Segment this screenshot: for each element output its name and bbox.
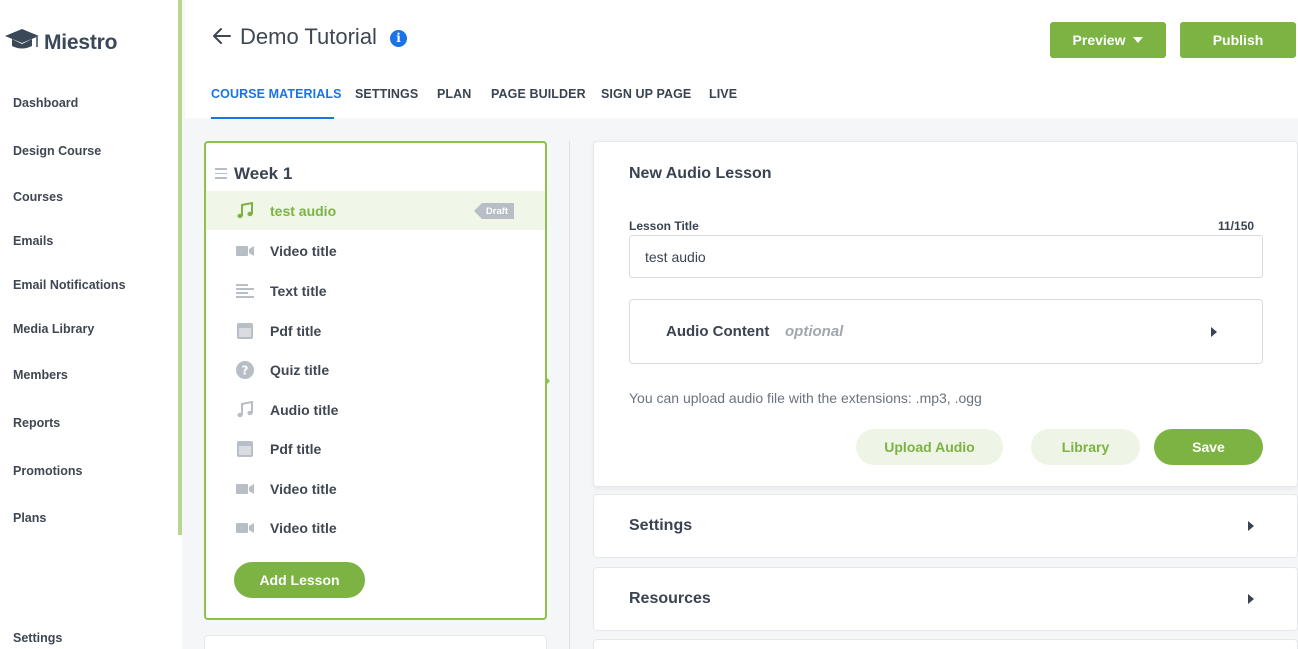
- optional-label: optional: [785, 323, 844, 340]
- drag-handle-icon[interactable]: [215, 168, 227, 182]
- audio-content-label: Audio Content: [666, 323, 770, 340]
- draft-badge: Draft: [474, 203, 514, 219]
- chevron-down-icon: [1133, 37, 1144, 43]
- lesson-item-video[interactable]: Video title: [206, 231, 545, 270]
- save-button[interactable]: Save: [1154, 429, 1263, 465]
- sidebar-item-emails[interactable]: Emails: [13, 234, 53, 248]
- library-button[interactable]: Library: [1031, 429, 1140, 465]
- lesson-item-video[interactable]: Video title: [206, 508, 545, 547]
- sidebar-scrollbar[interactable]: [178, 0, 182, 535]
- preview-label: Preview: [1072, 32, 1126, 48]
- graduation-cap-icon: [4, 26, 40, 59]
- page-header: Demo Tutorial i Preview Publish COURSE M…: [185, 0, 1298, 119]
- sidebar-item-settings[interactable]: Settings: [13, 631, 62, 645]
- next-section: [593, 639, 1298, 649]
- lesson-label: test audio: [270, 202, 337, 219]
- sidebar-item-design-course[interactable]: Design Course: [13, 144, 101, 158]
- tab-course-materials[interactable]: COURSE MATERIALS: [211, 87, 342, 101]
- logo-text: Miestro: [44, 30, 118, 54]
- lesson-title-label: Lesson Title: [629, 219, 699, 233]
- lesson-label: Audio title: [270, 401, 339, 418]
- next-week-panel: [204, 635, 547, 649]
- sidebar-item-members[interactable]: Members: [13, 368, 68, 382]
- video-icon: [235, 241, 255, 261]
- lesson-title-input[interactable]: [629, 235, 1263, 278]
- logo[interactable]: Miestro: [4, 26, 117, 59]
- lesson-label: Video title: [270, 480, 337, 497]
- tab-sign-up-page[interactable]: SIGN UP PAGE: [601, 87, 691, 101]
- active-tab-indicator: [211, 117, 334, 119]
- lesson-label: Video title: [270, 519, 337, 536]
- publish-button[interactable]: Publish: [1180, 22, 1296, 58]
- lesson-item-quiz[interactable]: ? Quiz title: [206, 350, 545, 389]
- sidebar-item-media-library[interactable]: Media Library: [13, 322, 94, 336]
- video-icon: [235, 518, 255, 538]
- lesson-label: Pdf title: [270, 440, 322, 457]
- lesson-label: Pdf title: [270, 322, 322, 339]
- new-audio-lesson-card: New Audio Lesson Lesson Title 11/150 Aud…: [593, 141, 1298, 487]
- lesson-label: Text title: [270, 282, 327, 299]
- add-lesson-button[interactable]: Add Lesson: [234, 562, 365, 598]
- upload-audio-button[interactable]: Upload Audio: [856, 429, 1003, 465]
- lessons-panel: Week 1 test audio Draft Video title Text…: [204, 141, 547, 620]
- chevron-right-icon: [1248, 521, 1254, 531]
- resources-section-title: Resources: [629, 590, 711, 607]
- sidebar-item-courses[interactable]: Courses: [13, 190, 63, 204]
- lesson-item-audio[interactable]: Audio title: [206, 390, 545, 429]
- lesson-item-text[interactable]: Text title: [206, 271, 545, 310]
- info-icon[interactable]: i: [390, 30, 407, 47]
- resources-section[interactable]: Resources: [593, 567, 1298, 631]
- svg-text:?: ?: [242, 363, 249, 377]
- sidebar-item-reports[interactable]: Reports: [13, 416, 60, 430]
- chevron-right-icon: [1211, 327, 1217, 337]
- pdf-icon: [235, 439, 255, 459]
- tab-page-builder[interactable]: PAGE BUILDER: [491, 87, 586, 101]
- pdf-icon: [235, 321, 255, 341]
- sidebar: Miestro Dashboard Design Course Courses …: [0, 0, 182, 649]
- settings-section[interactable]: Settings: [593, 494, 1298, 558]
- tab-live[interactable]: LIVE: [709, 87, 737, 101]
- sidebar-item-email-notifications[interactable]: Email Notifications: [13, 278, 126, 292]
- sidebar-item-plans[interactable]: Plans: [13, 511, 46, 525]
- upload-hint: You can upload audio file with the exten…: [629, 390, 982, 406]
- lesson-item-test-audio[interactable]: test audio Draft: [206, 191, 545, 230]
- text-icon: [235, 281, 255, 301]
- quiz-icon: ?: [235, 360, 255, 380]
- lesson-label: Video title: [270, 242, 337, 259]
- divider-notch-icon: [545, 376, 550, 386]
- sidebar-item-dashboard[interactable]: Dashboard: [13, 96, 78, 110]
- audio-content-section[interactable]: Audio Content optional: [629, 299, 1263, 364]
- lesson-label: Quiz title: [270, 361, 330, 378]
- lesson-item-pdf[interactable]: Pdf title: [206, 429, 545, 468]
- character-counter: 11/150: [1218, 219, 1255, 233]
- sidebar-item-promotions[interactable]: Promotions: [13, 464, 82, 478]
- form-title: New Audio Lesson: [629, 165, 772, 182]
- back-arrow-icon[interactable]: [211, 25, 233, 47]
- tab-plan[interactable]: PLAN: [437, 87, 471, 101]
- preview-button[interactable]: Preview: [1050, 22, 1166, 58]
- settings-section-title: Settings: [629, 517, 693, 534]
- lesson-item-pdf[interactable]: Pdf title: [206, 311, 545, 350]
- page-title: Demo Tutorial: [240, 24, 377, 49]
- lesson-item-video[interactable]: Video title: [206, 469, 545, 508]
- video-icon: [235, 479, 255, 499]
- music-icon: [235, 201, 255, 221]
- music-icon: [235, 400, 255, 420]
- tab-settings[interactable]: SETTINGS: [355, 87, 418, 101]
- week-title: Week 1: [234, 164, 293, 183]
- chevron-right-icon: [1248, 594, 1254, 604]
- panel-divider[interactable]: [569, 141, 570, 649]
